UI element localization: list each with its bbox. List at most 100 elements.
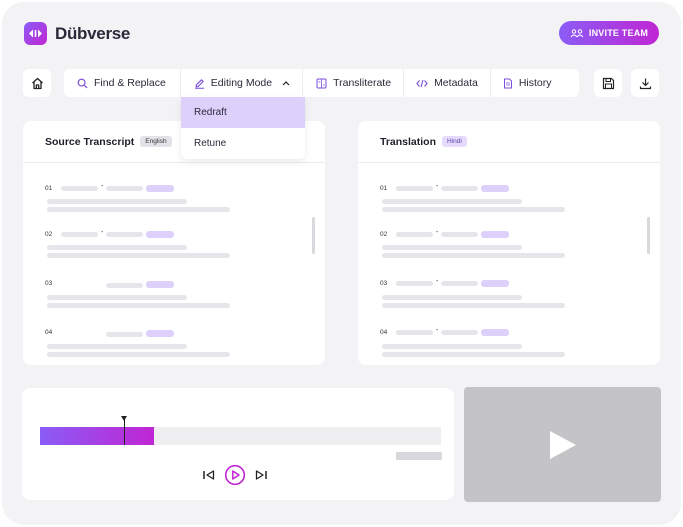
history-label: History	[518, 77, 552, 89]
segment-text-line	[382, 303, 565, 308]
translation-segment[interactable]: 04 -	[358, 327, 660, 365]
timestamp-separator: -	[436, 278, 439, 285]
segment-text-line	[382, 352, 565, 357]
timestamp-start	[396, 281, 433, 286]
timestamp-start	[396, 186, 433, 191]
transcript-segment[interactable]: 03	[23, 280, 325, 320]
transliterate-icon	[316, 78, 327, 89]
time-display	[396, 452, 442, 460]
video-preview[interactable]	[464, 387, 661, 502]
transcript-segment[interactable]: 04	[23, 329, 325, 365]
translation-scrollbar[interactable]	[647, 217, 650, 254]
timestamp-separator: -	[436, 183, 439, 190]
timestamp-end	[106, 186, 143, 191]
segment-text-line	[47, 344, 187, 349]
timestamp-start	[396, 232, 433, 237]
skip-back-button[interactable]	[202, 469, 216, 481]
segment-text-line	[47, 253, 230, 258]
logo-icon	[24, 22, 47, 45]
invite-team-button[interactable]: INVITE TEAM	[559, 21, 659, 45]
history-button[interactable]: History	[503, 69, 552, 97]
timestamp-separator: -	[101, 229, 104, 236]
segment-text-line	[382, 344, 522, 349]
transcript-segment[interactable]: 01 -	[23, 183, 325, 225]
segment-text-line	[47, 295, 187, 300]
home-icon	[31, 77, 43, 89]
timestamp-end	[441, 330, 478, 335]
chevron-up-icon	[282, 80, 290, 86]
home-button[interactable]	[23, 69, 51, 97]
segment-number: 04	[45, 329, 53, 336]
metadata-button[interactable]: Metadata	[416, 69, 478, 97]
video-play-icon	[549, 430, 576, 459]
editing-mode-button[interactable]: Editing Mode	[194, 69, 290, 97]
search-icon	[77, 78, 88, 89]
timestamp-end	[106, 332, 143, 337]
timestamp-start	[61, 232, 98, 237]
download-button[interactable]	[631, 69, 659, 97]
play-button[interactable]	[224, 464, 246, 486]
timeline-progress	[40, 427, 155, 445]
translation-panel: Translation Hindi 01 - 02 - 03 - 04 -	[358, 121, 660, 365]
app-frame: Dübverse INVITE TEAM Find & Replace Edit…	[2, 2, 681, 525]
timestamp-start	[61, 186, 98, 191]
segment-text-line	[382, 199, 522, 204]
segment-number: 03	[380, 280, 388, 287]
skip-back-icon	[203, 470, 215, 480]
source-scrollbar[interactable]	[312, 217, 315, 254]
find-replace-label: Find & Replace	[94, 77, 166, 89]
segment-text-line	[47, 352, 230, 357]
translation-segment[interactable]: 02 -	[358, 229, 660, 271]
segment-number: 02	[45, 231, 53, 238]
segment-number: 04	[380, 329, 388, 336]
skip-forward-icon	[255, 470, 267, 480]
speaker-tag	[481, 185, 509, 192]
editing-mode-label: Editing Mode	[210, 77, 273, 89]
timestamp-separator: -	[101, 183, 104, 190]
timestamp-start	[396, 330, 433, 335]
editing-mode-dropdown: Redraft Retune	[181, 97, 305, 159]
speaker-tag	[146, 231, 174, 238]
transliterate-label: Transliterate	[333, 77, 392, 89]
segment-text-line	[382, 245, 522, 250]
speaker-tag	[481, 280, 509, 287]
save-button[interactable]	[594, 69, 622, 97]
playhead-marker[interactable]	[121, 416, 128, 445]
translation-segment[interactable]: 01 -	[358, 183, 660, 225]
speaker-tag	[481, 329, 509, 336]
audio-timeline[interactable]	[40, 427, 441, 445]
play-icon	[224, 464, 246, 486]
find-replace-button[interactable]: Find & Replace	[77, 69, 166, 97]
translation-panel-title: Translation	[380, 135, 437, 148]
transcript-segment[interactable]: 02 -	[23, 229, 325, 271]
source-panel-title: Source Transcript	[45, 135, 135, 148]
translation-language-badge: Hindi	[442, 136, 467, 147]
app-name: Dübverse	[55, 23, 131, 43]
download-icon	[639, 78, 651, 89]
editor-toolbar: Find & Replace Editing Mode Transliterat…	[64, 69, 579, 97]
toolbar-divider	[179, 69, 181, 97]
metadata-label: Metadata	[434, 77, 478, 89]
pen-icon	[194, 78, 205, 89]
playback-controls	[202, 464, 268, 486]
speaker-tag	[481, 231, 509, 238]
skip-forward-button[interactable]	[254, 469, 268, 481]
speaker-tag	[146, 330, 174, 337]
timestamp-end	[441, 232, 478, 237]
segment-number: 01	[380, 185, 388, 192]
segment-text-line	[47, 199, 187, 204]
timestamp-separator: -	[436, 327, 439, 334]
segment-text-line	[47, 303, 230, 308]
segment-text-line	[47, 207, 230, 212]
team-icon	[570, 28, 584, 37]
save-icon	[602, 77, 614, 89]
transliterate-button[interactable]: Transliterate	[316, 69, 391, 97]
timestamp-end	[441, 281, 478, 286]
code-icon	[416, 79, 428, 88]
translation-segment[interactable]: 03 -	[358, 278, 660, 320]
history-icon	[503, 78, 513, 89]
segment-number: 02	[380, 231, 388, 238]
editing-mode-option-redraft[interactable]: Redraft	[181, 97, 305, 128]
editing-mode-option-retune[interactable]: Retune	[181, 128, 305, 159]
segment-text-line	[382, 253, 565, 258]
